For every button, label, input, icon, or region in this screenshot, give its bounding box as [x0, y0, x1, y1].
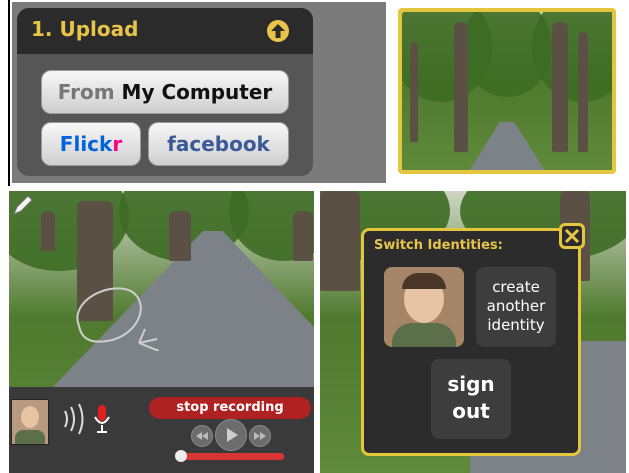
- close-icon[interactable]: [559, 223, 585, 249]
- recording-controls-bar: stop recording: [9, 387, 314, 473]
- pencil-icon[interactable]: [11, 193, 35, 217]
- tree-trunk: [410, 42, 418, 142]
- switch-identities-dialog: Switch Identities: create another identi…: [361, 223, 585, 456]
- upload-arrow-icon[interactable]: [266, 19, 290, 43]
- tree-trunk: [454, 22, 468, 152]
- upload-header: 1. Upload: [17, 8, 313, 54]
- from-label: From: [57, 80, 115, 104]
- selected-photo-thumbnail[interactable]: [398, 8, 616, 174]
- sign-out-button[interactable]: sign out: [431, 359, 511, 439]
- create-line3: identity: [487, 316, 545, 334]
- play-icon[interactable]: [215, 419, 247, 451]
- upload-box: 1. Upload From My Computer Flickr facebo…: [17, 8, 313, 176]
- from-my-computer-button[interactable]: From My Computer: [41, 70, 289, 114]
- path-scenery: [462, 122, 552, 170]
- recording-panel: stop recording: [9, 191, 314, 473]
- signout-line1: sign: [447, 372, 495, 396]
- create-line1: create: [492, 278, 540, 296]
- flickr-label-part2: r: [112, 132, 123, 156]
- fast-forward-icon[interactable]: [249, 425, 271, 447]
- tree-trunk: [552, 22, 568, 152]
- tree-canopy: [532, 12, 612, 102]
- my-computer-label: My Computer: [121, 80, 273, 104]
- tree-trunk: [293, 211, 313, 261]
- flickr-label-part1: Flick: [59, 132, 113, 156]
- microphone-icon[interactable]: [93, 403, 111, 435]
- stop-recording-button[interactable]: stop recording: [149, 397, 311, 419]
- tree-trunk: [169, 211, 191, 261]
- flickr-button[interactable]: Flickr: [41, 122, 141, 166]
- signout-line2: out: [452, 399, 490, 423]
- upload-panel-area: 1. Upload From My Computer Flickr facebo…: [12, 2, 386, 183]
- create-another-identity-button[interactable]: create another identity: [476, 267, 556, 347]
- drawn-annotation: [76, 287, 159, 351]
- dialog-title: Switch Identities:: [374, 238, 503, 253]
- tree-trunk: [320, 191, 360, 291]
- rewind-icon[interactable]: [191, 425, 213, 447]
- tree-trunk: [41, 211, 55, 251]
- facebook-button[interactable]: facebook: [148, 122, 289, 166]
- divider-line: [8, 0, 10, 186]
- identities-panel-background: Switch Identities: create another identi…: [320, 191, 626, 473]
- upload-title: 1. Upload: [31, 17, 139, 41]
- recording-progress-bar[interactable]: [175, 450, 284, 462]
- avatar: [11, 399, 49, 445]
- identity-avatar[interactable]: [384, 267, 464, 347]
- sound-waves-icon: [64, 403, 84, 435]
- tree-trunk: [578, 32, 588, 152]
- progress-knob[interactable]: [175, 450, 187, 462]
- create-line2: another: [486, 297, 546, 315]
